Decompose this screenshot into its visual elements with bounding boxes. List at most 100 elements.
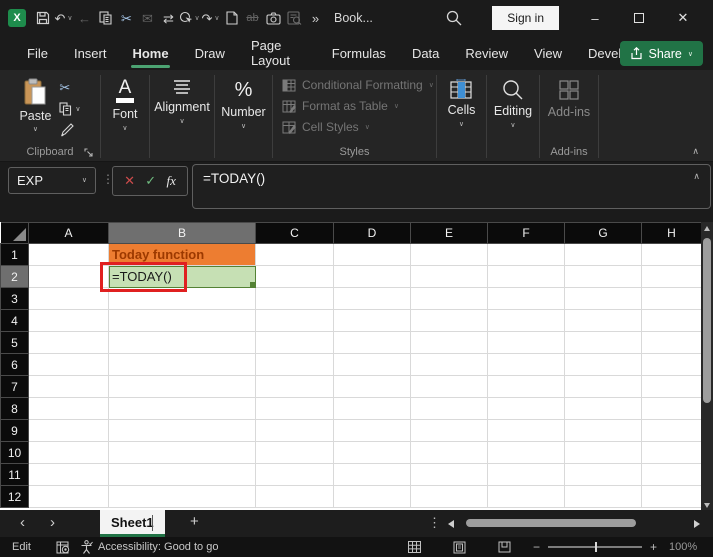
grid-cell[interactable] bbox=[641, 309, 702, 332]
collapse-formula-bar-button[interactable]: ∧ bbox=[693, 171, 700, 182]
zoom-out-button[interactable]: − bbox=[533, 540, 540, 554]
grid-cell[interactable] bbox=[410, 419, 488, 442]
grid-cell[interactable] bbox=[333, 375, 411, 398]
touch-mouse-mode-button[interactable]: ∨ bbox=[179, 11, 200, 25]
grid-cell[interactable] bbox=[255, 287, 334, 310]
grid-cell[interactable] bbox=[641, 375, 702, 398]
new-document-button[interactable] bbox=[221, 11, 242, 25]
column-header-d[interactable]: D bbox=[333, 222, 411, 244]
grid-cell[interactable] bbox=[333, 309, 411, 332]
chevron-down-icon[interactable]: ∨ bbox=[67, 14, 72, 22]
vertical-scroll-thumb[interactable] bbox=[703, 238, 711, 403]
grid-cell[interactable] bbox=[333, 485, 411, 508]
grid-cell[interactable] bbox=[564, 485, 642, 508]
close-button[interactable]: ✕ bbox=[661, 10, 705, 26]
chevron-down-icon[interactable]: ∨ bbox=[33, 126, 38, 133]
page-break-preview-button[interactable] bbox=[498, 541, 511, 553]
grid-cell[interactable] bbox=[487, 287, 565, 310]
column-header-e[interactable]: E bbox=[410, 222, 488, 244]
grid-cell[interactable] bbox=[255, 309, 334, 332]
scroll-left-icon[interactable] bbox=[448, 520, 454, 528]
enter-entry-button[interactable]: ✓ bbox=[145, 173, 156, 189]
grid-cell[interactable] bbox=[487, 375, 565, 398]
grid-cell[interactable] bbox=[641, 441, 702, 464]
column-header-b[interactable]: B bbox=[108, 222, 256, 244]
row-header-2[interactable]: 2 bbox=[0, 265, 29, 288]
grid-cell[interactable] bbox=[641, 419, 702, 442]
grid-cell[interactable] bbox=[564, 463, 642, 486]
grid-cell[interactable] bbox=[255, 331, 334, 354]
row-header-11[interactable]: 11 bbox=[0, 463, 29, 486]
search-button[interactable] bbox=[443, 10, 464, 26]
zoom-slider[interactable] bbox=[547, 542, 642, 552]
grid-cell[interactable] bbox=[28, 353, 109, 376]
grid-cell[interactable] bbox=[410, 331, 488, 354]
page-layout-view-button[interactable] bbox=[453, 541, 466, 554]
minimize-button[interactable]: – bbox=[573, 11, 617, 26]
grid-cell[interactable] bbox=[28, 485, 109, 508]
grid-cell[interactable] bbox=[28, 265, 109, 288]
grid-cell[interactable] bbox=[487, 243, 565, 266]
macro-recording-button[interactable] bbox=[56, 541, 70, 554]
tab-home[interactable]: Home bbox=[119, 36, 181, 70]
grid-cell[interactable] bbox=[487, 265, 565, 288]
sign-in-button[interactable]: Sign in bbox=[492, 6, 559, 30]
grid-cell[interactable] bbox=[28, 309, 109, 332]
grid-cell[interactable] bbox=[255, 375, 334, 398]
column-header-g[interactable]: G bbox=[564, 222, 642, 244]
horizontal-scrollbar[interactable] bbox=[448, 517, 700, 530]
cancel-entry-button[interactable]: ✕ bbox=[124, 173, 135, 189]
grid-cell[interactable] bbox=[487, 463, 565, 486]
grid-cell[interactable] bbox=[564, 353, 642, 376]
grid-cell[interactable] bbox=[487, 353, 565, 376]
row-header-9[interactable]: 9 bbox=[0, 419, 29, 442]
font-button[interactable]: A Font ∨ bbox=[112, 70, 137, 161]
formula-input[interactable]: =TODAY() ∧ bbox=[192, 164, 711, 209]
grid-cell[interactable] bbox=[487, 441, 565, 464]
grid-cell[interactable] bbox=[28, 463, 109, 486]
grid-cell[interactable] bbox=[410, 463, 488, 486]
row-header-4[interactable]: 4 bbox=[0, 309, 29, 332]
chevron-down-icon[interactable]: ∨ bbox=[75, 106, 80, 113]
column-header-a[interactable]: A bbox=[28, 222, 109, 244]
grid-cell[interactable] bbox=[108, 375, 256, 398]
grid-cell[interactable] bbox=[641, 243, 702, 266]
chevron-down-icon[interactable]: ∨ bbox=[214, 14, 219, 22]
row-header-3[interactable]: 3 bbox=[0, 287, 29, 310]
more-commands-button[interactable]: » bbox=[305, 12, 326, 25]
chevron-down-icon[interactable]: ∨ bbox=[82, 177, 87, 184]
row-header-5[interactable]: 5 bbox=[0, 331, 29, 354]
grid-cell[interactable] bbox=[410, 485, 488, 508]
grid-cell[interactable] bbox=[333, 331, 411, 354]
grid-cell[interactable] bbox=[28, 375, 109, 398]
lookup-button[interactable] bbox=[284, 11, 305, 25]
grid-cell[interactable] bbox=[487, 397, 565, 420]
email-button[interactable]: ✉ bbox=[137, 12, 158, 25]
grid-cell[interactable] bbox=[410, 265, 488, 288]
grid-cell[interactable] bbox=[108, 353, 256, 376]
translate-button[interactable]: ⇄ bbox=[158, 12, 179, 25]
grid-cell[interactable] bbox=[108, 441, 256, 464]
row-header-8[interactable]: 8 bbox=[0, 397, 29, 420]
name-box[interactable]: EXP ∨ bbox=[8, 167, 96, 194]
cut-button[interactable]: ✂ bbox=[59, 80, 70, 96]
grid-cell[interactable] bbox=[255, 353, 334, 376]
grid-cell[interactable] bbox=[333, 441, 411, 464]
grid-cell[interactable] bbox=[28, 397, 109, 420]
normal-view-button[interactable] bbox=[407, 541, 421, 553]
grid-cell[interactable] bbox=[255, 397, 334, 420]
previous-sheet-button[interactable]: ‹ bbox=[20, 515, 25, 531]
row-header-6[interactable]: 6 bbox=[0, 353, 29, 376]
grid-cell[interactable] bbox=[487, 331, 565, 354]
grid-cell[interactable] bbox=[333, 353, 411, 376]
grid-cell[interactable] bbox=[333, 265, 411, 288]
redo-button[interactable]: ↷ ∨ bbox=[200, 12, 221, 25]
horizontal-scroll-thumb[interactable] bbox=[466, 519, 636, 527]
grid-cell[interactable] bbox=[641, 397, 702, 420]
grid-cell[interactable] bbox=[255, 243, 334, 266]
tab-page-layout[interactable]: Page Layout bbox=[238, 36, 319, 70]
alignment-button[interactable]: Alignment ∨ bbox=[154, 70, 210, 161]
save-button[interactable] bbox=[32, 11, 53, 25]
grid-cell[interactable] bbox=[255, 485, 334, 508]
grid-cell[interactable] bbox=[487, 419, 565, 442]
